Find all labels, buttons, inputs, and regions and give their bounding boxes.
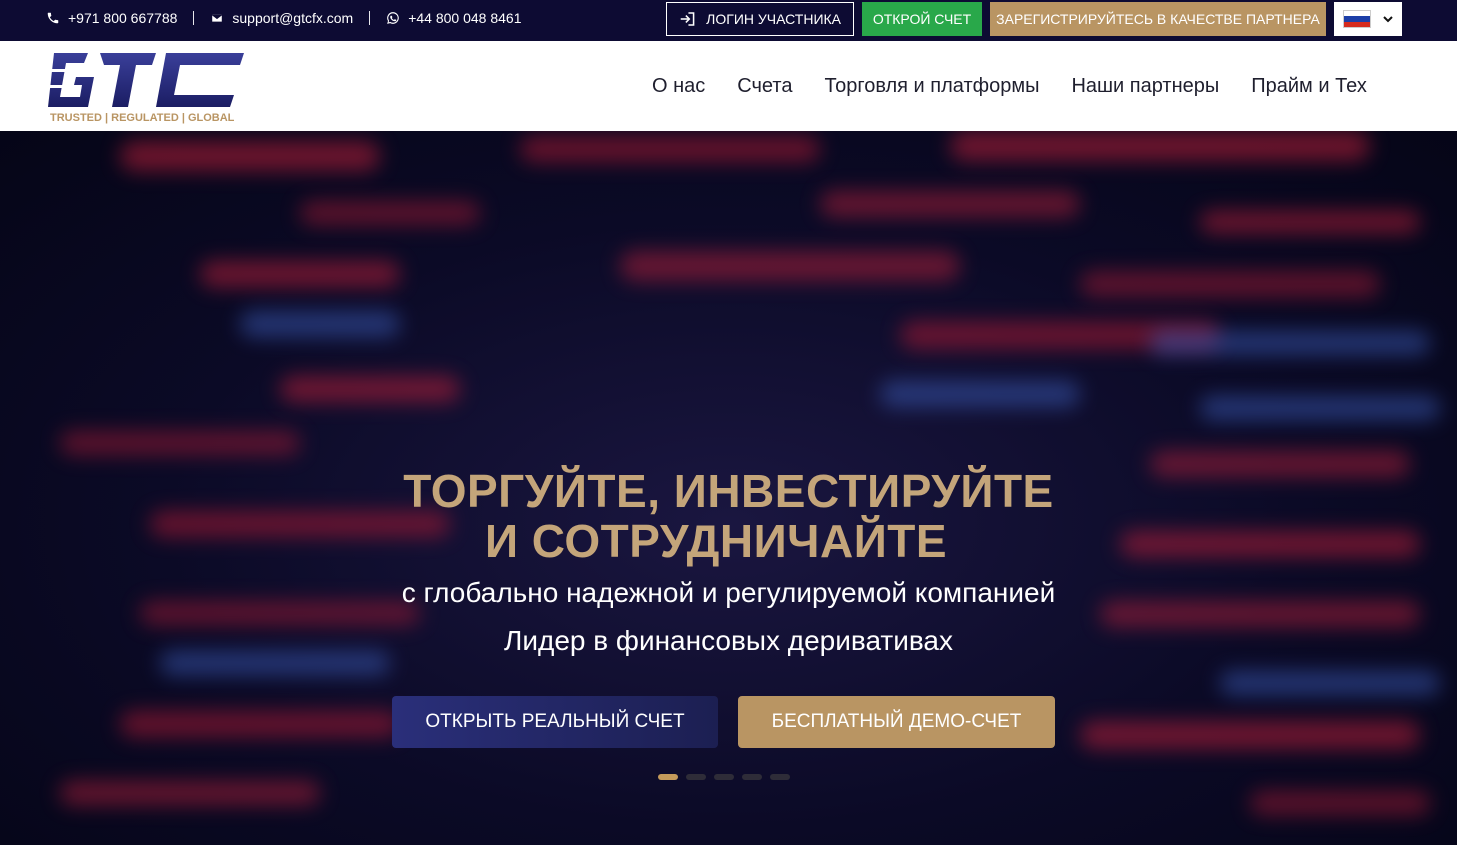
slider-dot-4[interactable] [742, 774, 762, 780]
top-actions: ЛОГИН УЧАСТНИКА ОТКРОЙ СЧЕТ ЗАРЕГИСТРИРУ… [666, 2, 1402, 36]
logo-tagline: TRUSTED | REGULATED | GLOBAL [50, 112, 235, 124]
mail-icon [211, 13, 224, 23]
divider [369, 11, 371, 25]
member-login-label: ЛОГИН УЧАСТНИКА [706, 11, 841, 27]
main-header: TRUSTED | REGULATED | GLOBAL О нас Счета… [0, 41, 1457, 131]
slider-dot-3[interactable] [714, 774, 734, 780]
nav-item-about[interactable]: О нас [636, 75, 721, 98]
russia-flag-icon [1343, 10, 1371, 28]
slider-dot-1[interactable] [658, 774, 678, 780]
whatsapp-icon [387, 12, 399, 24]
phone-number: +971 800 667788 [68, 10, 178, 26]
nav-item-trading-platforms[interactable]: Торговля и платформы [808, 75, 1055, 98]
top-bar: +971 800 667788 support@gtcfx.com +44 80… [0, 0, 1457, 41]
hero-content: ТОРГУЙТЕ, ИНВЕСТИРУЙТЕ И СОТРУДНИЧАЙТЕ с… [0, 131, 1457, 845]
email-address: support@gtcfx.com [232, 10, 354, 26]
nav-item-prime-tech[interactable]: Прайм и Тех [1235, 75, 1383, 98]
slider-dot-5[interactable] [770, 774, 790, 780]
gtc-logo[interactable]: TRUSTED | REGULATED | GLOBAL [48, 49, 248, 125]
slider-dot-2[interactable] [686, 774, 706, 780]
open-real-account-button[interactable]: ОТКРЫТЬ РЕАЛЬНЫЙ СЧЕТ [392, 696, 718, 748]
whatsapp-contact[interactable]: +44 800 048 8461 [386, 10, 521, 26]
hero-banner: ТОРГУЙТЕ, ИНВЕСТИРУЙТЕ И СОТРУДНИЧАЙТЕ с… [0, 131, 1457, 845]
member-login-button[interactable]: ЛОГИН УЧАСТНИКА [666, 2, 854, 36]
email-contact[interactable]: support@gtcfx.com [210, 10, 353, 26]
gtc-logo-graphic: TRUSTED | REGULATED | GLOBAL [48, 53, 244, 124]
hero-headline-line2: И СОТРУДНИЧАЙТЕ [484, 515, 948, 567]
login-icon [680, 12, 695, 26]
free-demo-account-button[interactable]: БЕСПЛАТНЫЙ ДЕМО-СЧЕТ [738, 696, 1055, 748]
hero-subline1: с глобально надежной и регулируемой комп… [401, 577, 1056, 608]
whatsapp-number: +44 800 048 8461 [408, 10, 522, 26]
contact-info: +971 800 667788 support@gtcfx.com +44 80… [46, 0, 521, 36]
open-account-button[interactable]: ОТКРОЙ СЧЕТ [862, 2, 982, 36]
chevron-down-icon [1383, 16, 1393, 23]
slider-dots [658, 774, 790, 780]
phone-icon [47, 12, 59, 24]
hero-headline-line1: ТОРГУЙТЕ, ИНВЕСТИРУЙТЕ [403, 465, 1054, 517]
phone-contact[interactable]: +971 800 667788 [46, 10, 177, 26]
divider [193, 11, 195, 25]
nav-item-partners[interactable]: Наши партнеры [1055, 75, 1235, 98]
register-partner-button[interactable]: ЗАРЕГИСТРИРУЙТЕСЬ В КАЧЕСТВЕ ПАРТНЕРА [990, 2, 1326, 36]
language-selector[interactable] [1334, 2, 1402, 36]
main-nav: О нас Счета Торговля и платформы Наши па… [636, 41, 1383, 131]
nav-item-accounts[interactable]: Счета [721, 75, 808, 98]
hero-subline2: Лидер в финансовых деривативах [503, 625, 953, 656]
